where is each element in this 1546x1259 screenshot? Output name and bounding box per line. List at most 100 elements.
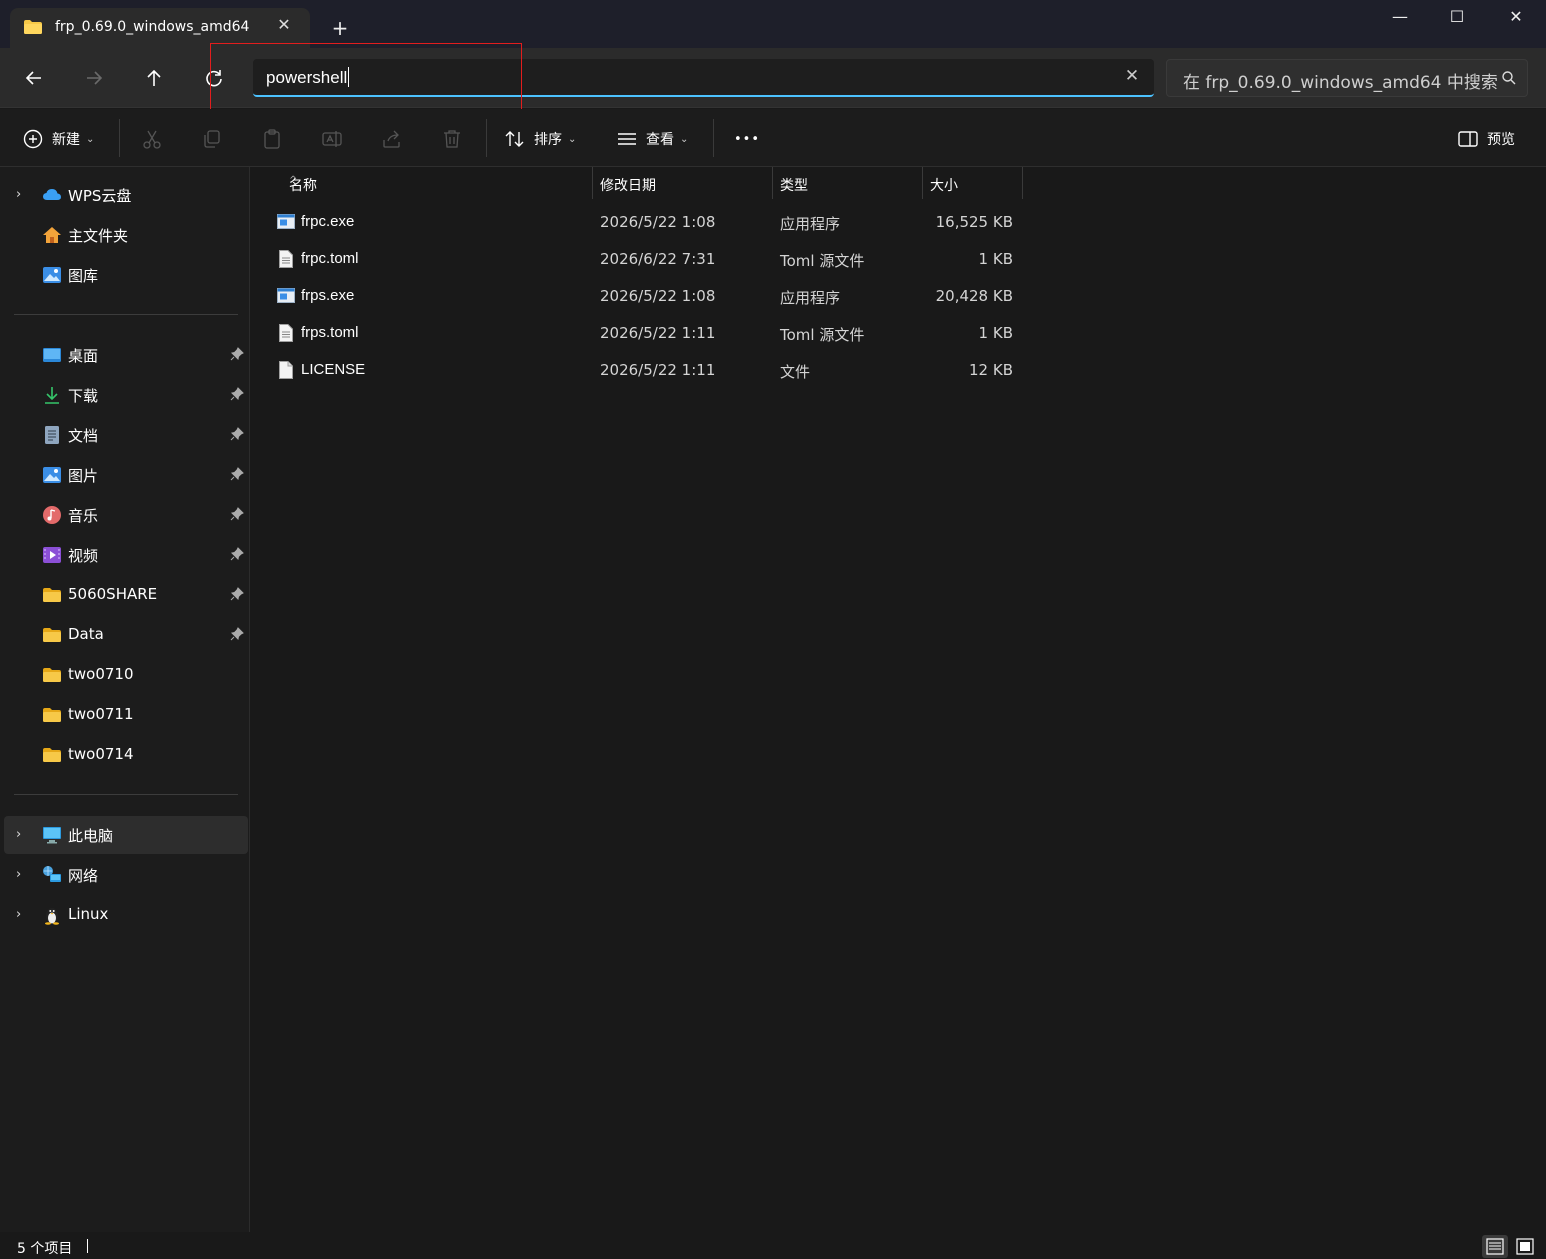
delete-button[interactable] [441,126,463,152]
sidebar-item-videos[interactable]: 视频 [4,536,248,574]
file-name: LICENSE [301,361,366,378]
trash-icon [444,130,460,148]
sidebar-item-network[interactable]: › 网络 [4,856,248,894]
more-icon: ••• [734,131,761,147]
sidebar-item-data[interactable]: Data [4,616,248,654]
chevron-right-icon[interactable]: › [16,828,26,842]
sidebar-item-label: 图片 [68,467,99,485]
rename-button[interactable] [321,126,343,152]
file-size: 16,525 KB [935,213,1013,231]
sidebar-item-documents[interactable]: 文档 [4,416,248,454]
sidebar-item-two0714[interactable]: two0714 [4,736,248,774]
column-divider[interactable] [1022,167,1023,199]
sidebar-item-two0710[interactable]: two0710 [4,656,248,694]
sidebar-item-pictures[interactable]: 图片 [4,456,248,494]
column-header-type[interactable]: 类型 [772,167,922,199]
sidebar-item-music[interactable]: 音乐 [4,496,248,534]
pin-icon[interactable] [230,627,244,641]
file-type: 应用程序 [780,215,841,233]
sidebar-item-downloads[interactable]: 下载 [4,376,248,414]
file-type: 应用程序 [780,289,841,307]
sidebar-item-label: 图库 [68,267,99,285]
cut-button[interactable] [141,126,163,152]
column-header-label: 类型 [780,178,808,194]
sidebar-item-home[interactable]: 主文件夹 [4,216,248,254]
sidebar-item-desktop[interactable]: 桌面 [4,336,248,374]
forward-button[interactable] [79,63,109,93]
chevron-right-icon[interactable]: › [16,868,26,882]
column-header-label: 大小 [930,178,958,194]
pin-icon[interactable] [230,507,244,521]
computer-icon [43,827,61,844]
sort-ascending-icon: ^ [289,175,298,186]
sidebar-item-label: 网络 [68,867,99,885]
sidebar-item-this-pc[interactable]: › 此电脑 [4,816,248,854]
column-header-size[interactable]: 大小 [922,167,1022,199]
view-button[interactable]: 查看 ⌄ [616,126,688,152]
file-size: 1 KB [978,324,1013,342]
text-file-icon [279,250,293,268]
view-button-label: 查看 [646,132,674,148]
close-window-button[interactable]: ✕ [1486,2,1546,32]
preview-pane-icon [1458,131,1478,147]
file-type: Toml 源文件 [780,326,865,344]
file-modified: 2026/6/22 7:31 [600,250,716,268]
new-button[interactable]: 新建 ⌄ [22,126,94,152]
preview-button-label: 预览 [1487,132,1515,148]
search-input[interactable]: 在 frp_0.69.0_windows_amd64 中搜索 [1183,68,1498,93]
column-header-name[interactable]: 名称 ^ [281,167,592,199]
clear-address-button[interactable]: ✕ [1124,68,1140,85]
pin-icon[interactable] [230,547,244,561]
up-button[interactable] [139,63,169,93]
pictures-icon [43,467,61,483]
sidebar-item-label: 文档 [68,427,99,445]
arrow-left-icon [25,71,41,85]
paste-button[interactable] [261,126,283,152]
new-tab-button[interactable]: + [328,16,352,40]
sidebar-item-gallery[interactable]: 图库 [4,256,248,294]
file-row[interactable]: frpc.toml 2026/6/22 7:31 Toml 源文件 1 KB [271,241,1023,278]
sidebar-item-5060share[interactable]: 5060SHARE [4,576,248,614]
file-row[interactable]: frps.toml 2026/5/22 1:11 Toml 源文件 1 KB [271,315,1023,352]
maximize-button[interactable]: ☐ [1427,2,1487,32]
tab-title: frp_0.69.0_windows_amd64 [55,19,250,35]
sort-button[interactable]: 排序 ⌄ [504,126,576,152]
sort-button-label: 排序 [534,132,562,148]
desktop-icon [43,348,61,362]
status-divider [87,1239,88,1253]
pin-icon[interactable] [230,427,244,441]
more-options-button[interactable]: ••• [734,126,760,152]
file-row[interactable]: frpc.exe 2026/5/22 1:08 应用程序 16,525 KB [271,204,1023,241]
search-box[interactable]: 在 frp_0.69.0_windows_amd64 中搜索 [1166,59,1528,97]
chevron-right-icon[interactable]: › [16,908,26,922]
tab-close-button[interactable]: ✕ [274,15,294,35]
sidebar-item-two0711[interactable]: two0711 [4,696,248,734]
minimize-button[interactable]: — [1370,2,1430,32]
file-row[interactable]: LICENSE 2026/5/22 1:11 文件 12 KB [271,352,1023,389]
folder-icon [43,748,61,762]
pin-icon[interactable] [230,587,244,601]
file-modified: 2026/5/22 1:08 [600,287,716,305]
sidebar-item-label: 音乐 [68,507,99,525]
sidebar-item-linux[interactable]: › Linux [4,896,248,934]
share-button[interactable] [381,126,403,152]
column-header-modified[interactable]: 修改日期 [592,167,772,199]
pin-icon[interactable] [230,467,244,481]
sidebar-item-wps-cloud[interactable]: › WPS云盘 [4,176,248,214]
pin-icon[interactable] [230,347,244,361]
preview-pane-button[interactable]: 预览 [1457,126,1515,152]
details-view-icon [1486,1238,1504,1255]
pin-icon[interactable] [230,387,244,401]
details-view-button[interactable] [1482,1235,1508,1258]
file-size: 12 KB [969,361,1013,379]
scissors-icon [143,130,161,149]
copy-button[interactable] [201,126,223,152]
back-button[interactable] [19,63,49,93]
chevron-right-icon[interactable]: › [16,188,26,202]
sidebar-item-label: 桌面 [68,347,99,365]
home-icon [43,227,61,243]
file-row[interactable]: frps.exe 2026/5/22 1:08 应用程序 20,428 KB [271,278,1023,315]
video-icon [43,547,61,563]
tiles-view-button[interactable] [1512,1235,1538,1258]
tab-current-folder[interactable]: frp_0.69.0_windows_amd64 ✕ [10,8,310,48]
